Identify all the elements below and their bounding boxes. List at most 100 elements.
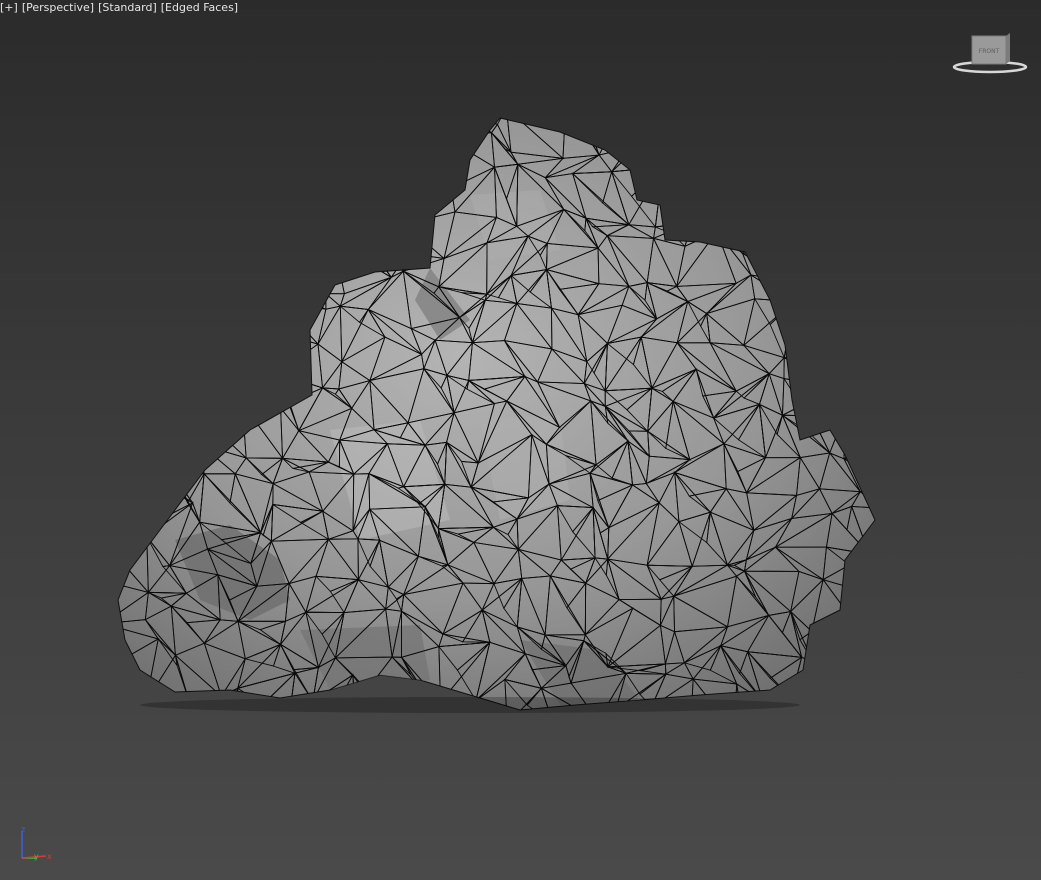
mesh-triangle	[662, 162, 679, 195]
mesh-triangle	[285, 137, 329, 190]
mesh-triangle	[681, 118, 725, 142]
mesh-triangle	[146, 135, 168, 178]
mesh-triangle	[431, 118, 444, 138]
mesh-triangle	[812, 233, 857, 277]
mesh-triangle	[206, 235, 238, 274]
mesh-triangle	[855, 286, 875, 327]
mesh-triangle	[136, 206, 166, 263]
mesh-triangle	[130, 302, 155, 364]
mesh-triangle	[172, 413, 201, 433]
viewcube-side-face[interactable]	[1006, 33, 1010, 64]
x-axis-label: x	[47, 852, 52, 861]
mesh-triangle	[713, 140, 763, 167]
mesh-triangle	[866, 490, 875, 509]
mesh-triangle	[127, 471, 152, 526]
mesh-triangle	[118, 665, 148, 702]
mesh-triangle	[152, 355, 189, 376]
mesh-triangle	[793, 185, 833, 222]
mesh-triangle	[223, 166, 237, 207]
viewcube[interactable]: FRONT	[950, 30, 1030, 80]
mesh-triangle	[173, 326, 221, 362]
mesh-triangle	[811, 690, 868, 710]
mesh-triangle	[231, 118, 275, 143]
mesh-triangle	[164, 186, 201, 225]
mesh-triangle	[872, 324, 875, 357]
mesh-triangle	[118, 443, 157, 484]
mesh-triangle	[378, 141, 416, 164]
mesh-triangle	[145, 418, 174, 457]
mesh-triangle	[206, 246, 254, 281]
mesh-triangle	[370, 153, 404, 165]
mesh-triangle	[173, 326, 216, 362]
mesh-triangle	[213, 324, 245, 361]
mesh-triangle	[413, 135, 452, 190]
mesh-triangle	[146, 135, 168, 188]
mesh-triangle	[124, 175, 148, 209]
mesh-triangle	[128, 353, 155, 376]
mesh-triangle	[371, 163, 405, 225]
mesh-triangle	[172, 378, 201, 421]
mesh-triangle	[370, 250, 409, 264]
mesh-triangle	[849, 118, 875, 144]
mesh-triangle	[118, 265, 156, 304]
mesh-triangle	[130, 265, 181, 304]
mesh-triangle	[327, 137, 347, 163]
mesh-triangle	[118, 265, 156, 311]
mesh-triangle	[855, 318, 875, 354]
mesh-triangle	[230, 140, 287, 164]
mesh-triangle	[854, 318, 875, 335]
mesh-triangle	[808, 121, 862, 143]
mesh-triangle	[118, 373, 154, 426]
mesh-triangle	[139, 433, 186, 477]
mesh-triangle	[141, 235, 184, 268]
mesh-triangle	[271, 230, 330, 285]
perspective-viewport[interactable]: [+] [Perspective] [Standard] [Edged Face…	[0, 0, 1041, 880]
mesh-triangle	[401, 118, 419, 144]
mesh-triangle	[811, 307, 857, 335]
mesh-triangle	[417, 118, 444, 138]
mesh-triangle	[285, 137, 330, 186]
mesh-triangle	[142, 223, 184, 262]
mesh-triangle	[782, 157, 810, 187]
mesh-triangle	[216, 204, 238, 248]
mesh-triangle	[230, 166, 288, 196]
mesh-triangle	[751, 157, 791, 177]
mesh-triangle	[811, 378, 870, 417]
mesh-triangle	[842, 378, 875, 423]
mesh-triangle	[277, 299, 320, 345]
mesh-triangle	[382, 209, 406, 230]
mesh-triangle	[691, 165, 727, 223]
mesh-triangle	[118, 362, 156, 375]
mesh-triangle	[199, 381, 235, 415]
mesh-triangle	[285, 183, 321, 198]
mesh-triangle	[118, 207, 138, 243]
z-axis-label: z	[21, 825, 25, 834]
mesh-triangle	[810, 307, 857, 350]
mesh-triangle	[868, 378, 875, 398]
mesh-triangle	[178, 234, 209, 274]
mesh-triangle	[869, 352, 875, 371]
mesh-triangle	[677, 162, 727, 224]
mesh-triangle	[163, 434, 185, 478]
mesh-triangle	[642, 118, 687, 130]
mesh-triangle	[131, 118, 178, 122]
mesh-triangle	[297, 188, 320, 209]
mesh-triangle	[385, 252, 409, 272]
mesh-triangle	[868, 353, 875, 393]
mesh-triangle	[701, 164, 727, 200]
mesh-triangle	[712, 139, 755, 167]
mesh-triangle	[252, 231, 275, 285]
mesh-triangle	[235, 205, 267, 249]
mesh-triangle	[848, 593, 875, 616]
mesh-triangle	[311, 188, 350, 225]
mesh-triangle	[130, 302, 190, 364]
mesh-triangle	[297, 207, 329, 248]
mesh-triangle	[155, 434, 185, 471]
rock-mesh[interactable]	[0, 0, 1041, 880]
mesh-triangle	[180, 359, 215, 394]
mesh-triangle	[118, 472, 142, 530]
mesh-triangle	[327, 118, 349, 145]
mesh-triangle	[857, 209, 875, 233]
mesh-triangle	[809, 286, 869, 320]
mesh-triangle	[209, 130, 233, 173]
